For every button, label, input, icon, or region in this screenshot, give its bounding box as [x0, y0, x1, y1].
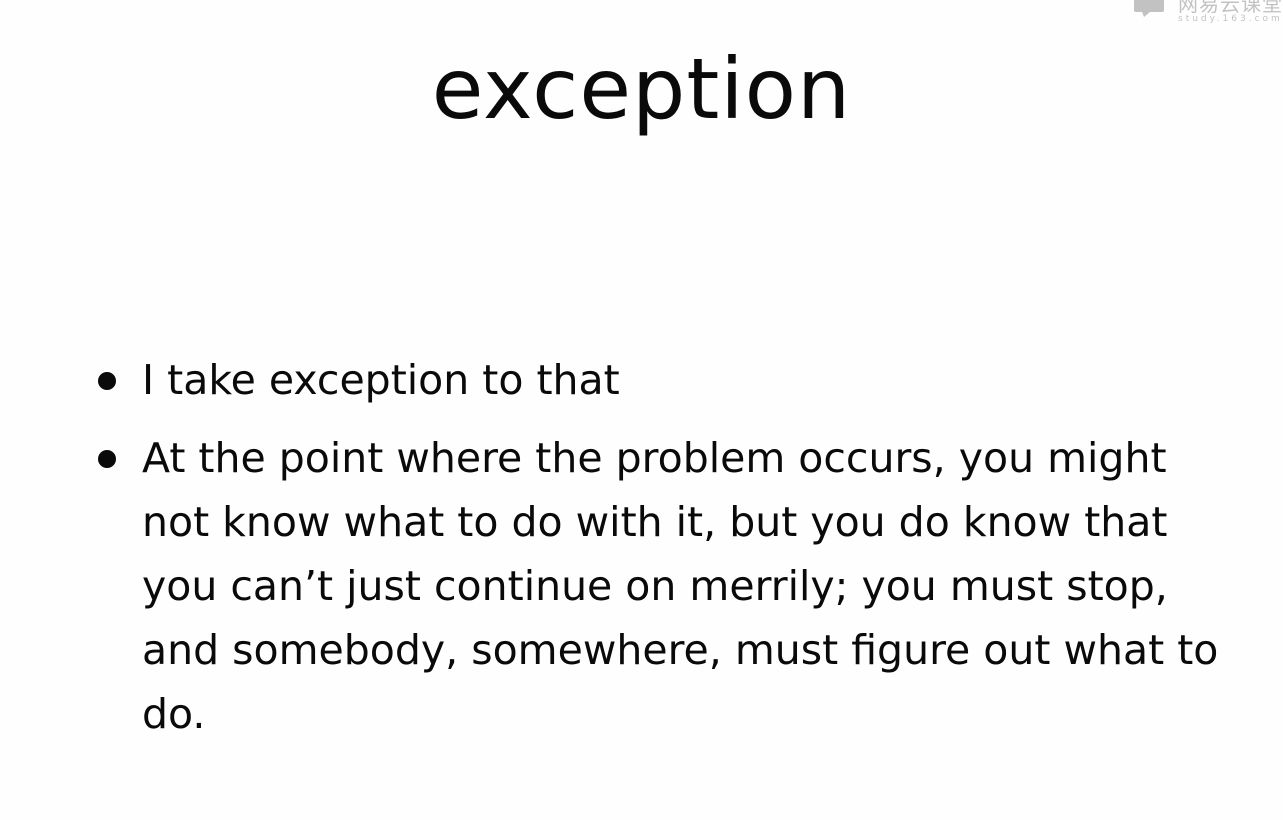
watermark: 网易云课堂 study.163.com — [1132, 0, 1283, 24]
bullet-text: At the point where the problem occurs, y… — [142, 434, 1219, 738]
bullet-text: I take exception to that — [142, 356, 620, 404]
bullet-item: I take exception to that — [96, 348, 1226, 412]
bullet-list: I take exception to that At the point wh… — [96, 348, 1226, 760]
watermark-url: study.163.com — [1178, 14, 1283, 24]
study-logo-icon — [1134, 0, 1164, 17]
slide-canvas: 网易云课堂 study.163.com exception I take exc… — [0, 0, 1283, 820]
bullet-dot-icon — [98, 372, 116, 390]
watermark-cn: 网易云课堂 — [1178, 0, 1283, 16]
watermark-text: 网易云课堂 study.163.com — [1178, 0, 1283, 24]
slide-title: exception — [431, 40, 852, 138]
bullet-item: At the point where the problem occurs, y… — [96, 426, 1226, 746]
bullet-dot-icon — [98, 450, 116, 468]
